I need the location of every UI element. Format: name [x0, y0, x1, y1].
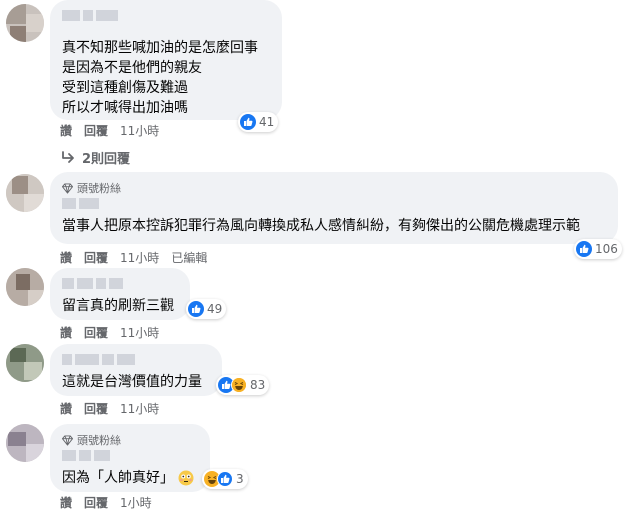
thumbs-up-icon [188, 301, 204, 317]
comment-actions: 讚 回覆 11小時 [60, 122, 159, 138]
timestamp[interactable]: 11小時 [120, 249, 159, 266]
edited-label[interactable]: 已編輯 [171, 249, 207, 266]
reaction-summary[interactable]: 106 [574, 239, 622, 259]
badge-label: 頭號粉絲 [77, 182, 121, 195]
comment-bubble: 頭號粉絲 因為「人帥真好」 [50, 424, 210, 492]
diamond-icon [62, 434, 73, 446]
like-button[interactable]: 讚 [60, 494, 72, 511]
reply-arrow-icon [62, 150, 74, 163]
reaction-count: 106 [595, 242, 618, 256]
thumbs-up-icon [576, 241, 592, 257]
comment-bubble: 這就是台灣價值的力量 [50, 344, 222, 396]
view-replies-button[interactable]: 2則回覆 [60, 148, 130, 167]
thumbs-up-icon [217, 471, 233, 487]
comment-text: 當事人把原本控訴犯罪行為風向轉換成私人感情糾紛，有夠傑出的公關危機處理示範 [62, 218, 580, 234]
reaction-summary[interactable]: 83 [216, 375, 270, 395]
reply-button[interactable]: 回覆 [84, 324, 108, 341]
reaction-summary[interactable]: 49 [186, 299, 227, 319]
like-button[interactable]: 讚 [60, 324, 72, 341]
timestamp[interactable]: 11小時 [120, 122, 159, 139]
author-name-blurred[interactable] [62, 448, 198, 462]
reaction-count: 41 [259, 115, 275, 129]
comment-actions: 讚 回覆 1小時 [60, 494, 152, 510]
flushed-face-icon [178, 470, 194, 486]
like-button[interactable]: 讚 [60, 400, 72, 417]
reaction-count: 83 [250, 378, 266, 392]
reply-button[interactable]: 回覆 [84, 494, 108, 511]
reaction-summary[interactable]: 3 [202, 469, 248, 489]
author-name-blurred[interactable] [62, 196, 606, 210]
like-button[interactable]: 讚 [60, 122, 72, 139]
author-name-blurred[interactable] [62, 8, 270, 22]
comment-text: 真不知那些喊加油的是怎麼回事 是因為不是他們的親友 受到這種創傷及難過 所以才喊… [62, 40, 258, 116]
thumbs-up-icon [240, 114, 256, 130]
author-name-blurred[interactable] [62, 352, 210, 366]
reaction-count: 49 [207, 302, 223, 316]
timestamp[interactable]: 1小時 [120, 494, 152, 511]
top-fan-badge: 頭號粉絲 [62, 432, 198, 448]
diamond-icon [62, 182, 73, 194]
reply-button[interactable]: 回覆 [84, 122, 108, 139]
reply-button[interactable]: 回覆 [84, 249, 108, 266]
avatar[interactable] [6, 268, 44, 306]
comment-bubble: 真不知那些喊加油的是怎麼回事 是因為不是他們的親友 受到這種創傷及難過 所以才喊… [50, 0, 282, 120]
avatar[interactable] [6, 344, 44, 382]
reply-button[interactable]: 回覆 [84, 400, 108, 417]
reaction-count: 3 [236, 472, 244, 486]
like-button[interactable]: 讚 [60, 249, 72, 266]
laughing-face-icon [231, 377, 247, 393]
avatar[interactable] [6, 174, 44, 212]
comment-text: 留言真的刷新三觀 [62, 298, 174, 314]
avatar[interactable] [6, 424, 44, 462]
view-replies-label: 2則回覆 [82, 152, 131, 167]
comment-actions: 讚 回覆 11小時 [60, 324, 159, 340]
author-name-blurred[interactable] [62, 276, 178, 290]
badge-label: 頭號粉絲 [77, 434, 121, 447]
comment-text: 因為「人帥真好」 [62, 470, 174, 486]
timestamp[interactable]: 11小時 [120, 324, 159, 341]
comment-bubble: 頭號粉絲 當事人把原本控訴犯罪行為風向轉換成私人感情糾紛，有夠傑出的公關危機處理… [50, 172, 618, 244]
comment-actions: 讚 回覆 11小時 已編輯 [60, 249, 207, 265]
comment-text: 這就是台灣價值的力量 [62, 374, 202, 390]
avatar[interactable] [6, 4, 44, 42]
timestamp[interactable]: 11小時 [120, 400, 159, 417]
comment-bubble: 留言真的刷新三觀 [50, 268, 190, 320]
reaction-summary[interactable]: 41 [238, 112, 279, 132]
top-fan-badge: 頭號粉絲 [62, 180, 606, 196]
comment-actions: 讚 回覆 11小時 [60, 400, 159, 416]
